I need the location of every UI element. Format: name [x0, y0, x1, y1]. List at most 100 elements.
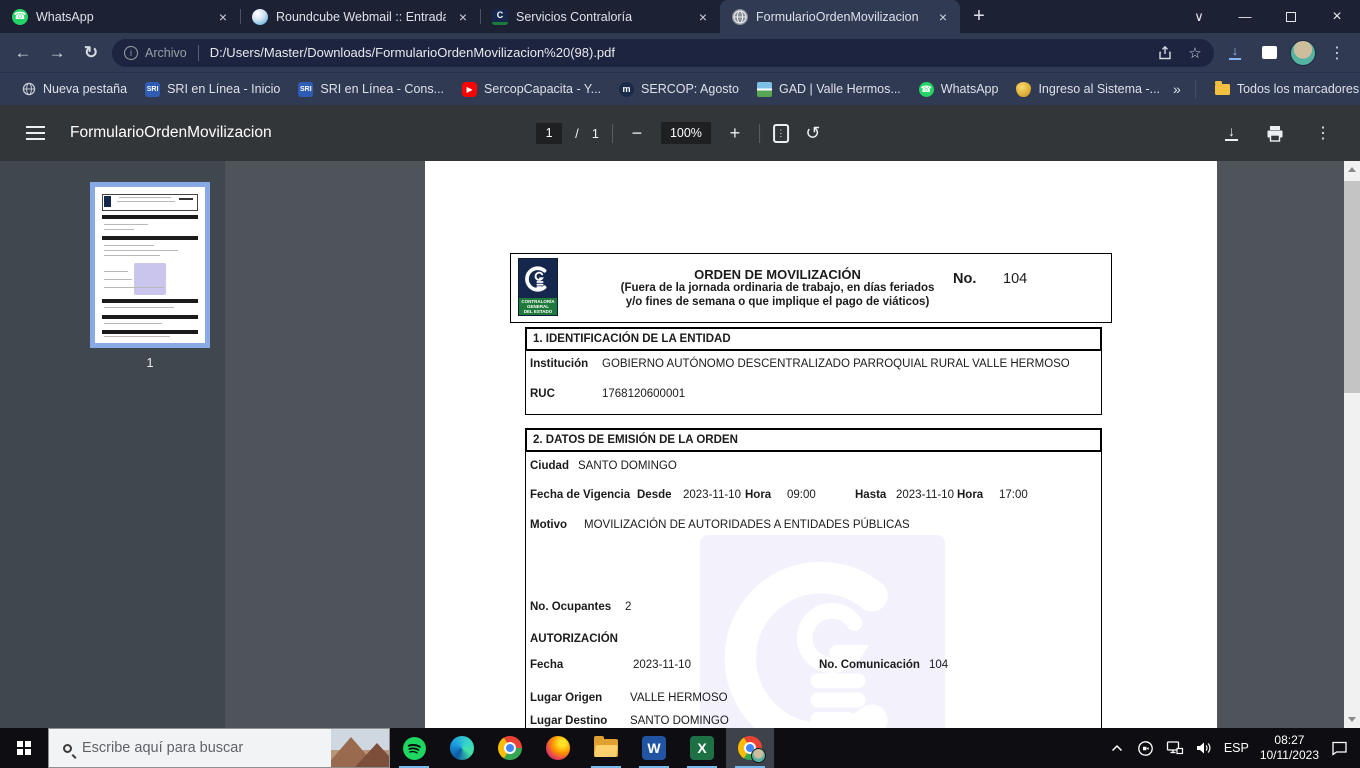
clock-date: 10/11/2023: [1259, 748, 1319, 762]
tab-close-icon[interactable]: ×: [694, 8, 712, 26]
pdf-menu-icon[interactable]: [22, 123, 48, 143]
pdf-more-options-icon[interactable]: ⋮: [1312, 122, 1334, 144]
zoom-in-icon[interactable]: +: [724, 122, 746, 144]
tab-formulario-active[interactable]: FormularioOrdenMovilizacion ×: [720, 0, 960, 33]
tab-servicios-contraloria[interactable]: C Servicios Contraloría ×: [480, 0, 720, 33]
page-info-icon[interactable]: i: [124, 45, 138, 60]
pdf-document-title: FormularioOrdenMovilizacion: [70, 124, 272, 141]
search-daily-image[interactable]: [331, 729, 389, 767]
bookmark-label: WhatsApp: [940, 82, 999, 96]
tab-close-icon[interactable]: ×: [934, 8, 952, 26]
action-center-icon[interactable]: [1330, 739, 1348, 757]
share-icon[interactable]: [1150, 40, 1180, 66]
page-thumbnail[interactable]: [90, 182, 210, 348]
browser-menu-icon[interactable]: ⋮: [1320, 37, 1354, 69]
hora2-label: Hora: [957, 489, 984, 501]
gad-site-icon: [756, 81, 772, 97]
zoom-out-icon[interactable]: −: [626, 122, 648, 144]
pdf-thumbnail-sidebar: 1: [0, 161, 225, 728]
tab-close-icon[interactable]: ×: [214, 8, 232, 26]
all-bookmarks-button[interactable]: Todos los marcadores: [1206, 79, 1360, 99]
taskbar-spotify[interactable]: [390, 728, 438, 768]
thumbnail-page-preview: [95, 187, 205, 343]
scroll-up-arrow[interactable]: [1348, 167, 1356, 172]
bookmark-ingreso-al-sistema[interactable]: Ingreso al Sistema -...: [1007, 79, 1169, 100]
minimize-button[interactable]: —: [1222, 0, 1268, 33]
close-window-button[interactable]: ×: [1314, 0, 1360, 33]
institucion-value: GOBIERNO AUTÓNOMO DESCENTRALIZADO PARROQ…: [602, 358, 1070, 370]
ciudad-value: SANTO DOMINGO: [578, 460, 677, 472]
vertical-scrollbar[interactable]: [1344, 161, 1360, 728]
back-icon[interactable]: ←: [6, 37, 40, 69]
bookmark-sri-inicio[interactable]: SRI SRI en Línea - Inicio: [136, 79, 289, 100]
window-controls: ∨ — ×: [1176, 0, 1360, 33]
page-total: 1: [591, 125, 599, 141]
bookmark-gad-valle-hermoso[interactable]: GAD | Valle Hermos...: [748, 79, 910, 100]
vigencia-label: Fecha de Vigencia: [530, 489, 631, 501]
address-bar[interactable]: i Archivo D:/Users/Master/Downloads/Form…: [112, 38, 1214, 67]
pdf-download-icon[interactable]: ↓: [1225, 124, 1238, 141]
search-icon: [63, 743, 72, 753]
bookmark-nueva-pestana[interactable]: Nueva pestaña: [12, 79, 136, 100]
rotate-icon[interactable]: ↺: [802, 122, 824, 144]
profile-avatar[interactable]: [1286, 37, 1320, 69]
divider: [1194, 80, 1196, 98]
bookmarks-overflow-chevron[interactable]: »: [1169, 81, 1185, 97]
taskbar-clock[interactable]: 08:27 10/11/2023: [1260, 733, 1319, 763]
bookmark-whatsapp[interactable]: ☎ WhatsApp: [910, 79, 1008, 100]
zoom-level-input[interactable]: 100%: [660, 122, 711, 144]
taskbar-file-explorer[interactable]: [582, 728, 630, 768]
scrollbar-thumb[interactable]: [1344, 181, 1360, 393]
language-indicator[interactable]: ESP: [1224, 741, 1249, 755]
tab-roundcube[interactable]: Roundcube Webmail :: Entrada ×: [240, 0, 480, 33]
comunicacion-label: No. Comunicación: [819, 659, 920, 671]
volume-icon[interactable]: [1195, 739, 1213, 757]
start-button[interactable]: [0, 728, 48, 768]
origen-value: VALLE HERMOSO: [630, 692, 728, 704]
taskbar-excel[interactable]: X: [678, 728, 726, 768]
new-tab-button[interactable]: +: [964, 1, 994, 31]
bookmark-star-icon[interactable]: ☆: [1180, 40, 1210, 66]
bookmark-sercop-agosto[interactable]: m SERCOP: Agosto: [610, 79, 748, 100]
bookmark-sri-consultas[interactable]: SRI SRI en Línea - Cons...: [289, 79, 453, 100]
tab-whatsapp[interactable]: ☎ WhatsApp ×: [0, 0, 240, 33]
restore-button[interactable]: [1268, 0, 1314, 33]
tab-close-icon[interactable]: ×: [454, 8, 472, 26]
url-text[interactable]: D:/Users/Master/Downloads/FormularioOrde…: [210, 45, 1150, 60]
bookmark-sercopcapacita[interactable]: ▶ SercopCapacita - Y...: [453, 79, 610, 100]
sercop-icon: m: [619, 81, 635, 97]
fit-to-page-icon[interactable]: ⋮: [772, 123, 789, 143]
taskbar-chrome[interactable]: [486, 728, 534, 768]
side-panel-icon[interactable]: [1252, 37, 1286, 69]
reload-icon[interactable]: ↻: [74, 37, 108, 69]
profile-badge: [751, 748, 766, 763]
taskbar-firefox[interactable]: [534, 728, 582, 768]
desde-value: 2023-11-10: [683, 489, 741, 501]
taskbar-word[interactable]: W: [630, 728, 678, 768]
meet-now-icon[interactable]: [1137, 739, 1155, 757]
bookmark-label: Ingreso al Sistema -...: [1038, 82, 1161, 96]
system-tray: ESP 08:27 10/11/2023: [1108, 728, 1360, 768]
hora1-label: Hora: [745, 489, 772, 501]
pdf-print-icon[interactable]: [1266, 125, 1284, 142]
taskbar-chrome-active-window[interactable]: [726, 728, 774, 768]
page-number-input[interactable]: 1: [536, 122, 563, 144]
ciudad-label: Ciudad: [530, 460, 569, 472]
clock-time: 08:27: [1274, 733, 1305, 747]
bookmark-label: SRI en Línea - Cons...: [320, 82, 445, 96]
scroll-down-arrow[interactable]: [1348, 717, 1356, 722]
bookmark-label: SRI en Línea - Inicio: [167, 82, 281, 96]
page-divider: /: [575, 125, 579, 141]
taskbar-edge[interactable]: [438, 728, 486, 768]
hidden-icons-chevron[interactable]: [1108, 739, 1126, 757]
divider: [197, 44, 199, 61]
forward-icon[interactable]: →: [40, 37, 74, 69]
tab-title: Roundcube Webmail :: Entrada: [276, 9, 446, 24]
downloads-icon[interactable]: ↓: [1218, 37, 1252, 69]
taskbar-search[interactable]: [48, 728, 390, 768]
network-icon[interactable]: [1166, 739, 1184, 757]
comunicacion-value: 104: [929, 659, 949, 671]
search-input[interactable]: [82, 740, 297, 756]
doc-title: ORDEN DE MOVILIZACIÓN: [694, 267, 861, 282]
tab-search-chevron-icon[interactable]: ∨: [1176, 0, 1222, 33]
